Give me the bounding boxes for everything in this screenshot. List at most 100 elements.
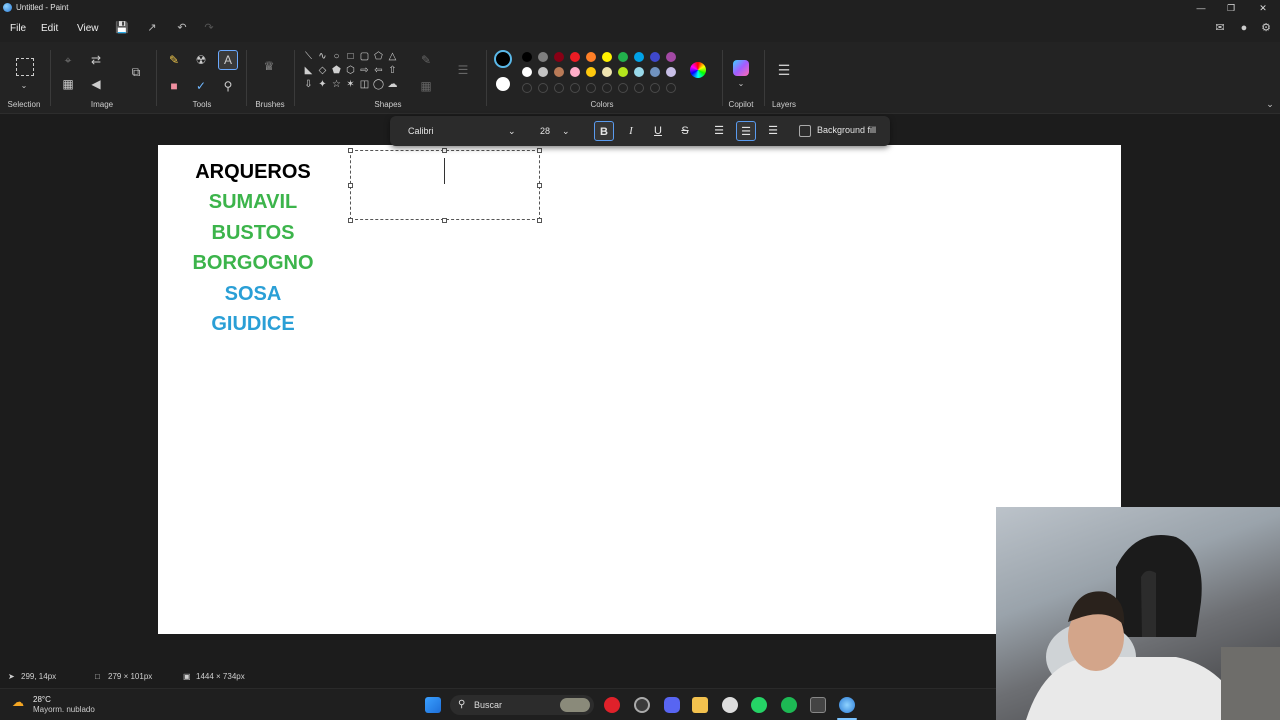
drawing-canvas[interactable] [158,145,1121,634]
rotate-icon[interactable]: ◀ [88,76,104,92]
settings-gear-icon[interactable]: ⚙ [1259,21,1273,35]
arrow-right-shape-icon[interactable]: ⇨ [358,64,371,77]
palette-color-swatch[interactable] [586,67,596,77]
text-box-selection[interactable] [350,150,540,220]
background-fill-checkbox[interactable] [799,125,811,137]
palette-color-swatch[interactable] [650,52,660,62]
palette-color-swatch[interactable] [618,67,628,77]
italic-button[interactable]: I [621,121,641,141]
palette-color-swatch[interactable] [586,52,596,62]
palette-color-swatch[interactable] [634,67,644,77]
fill-icon[interactable]: ▦ [418,78,434,94]
hexagon-shape-icon[interactable]: ⬡ [344,64,357,77]
menu-file[interactable]: File [10,23,26,34]
align-left-icon[interactable]: ☰ [709,121,729,141]
primary-color-swatch[interactable] [494,50,512,68]
palette-color-swatch[interactable] [618,52,628,62]
custom-color-slot[interactable] [666,83,676,93]
polygon-shape-icon[interactable]: ⬠ [372,50,385,63]
resize-handle[interactable] [442,148,447,153]
account-avatar-icon[interactable]: ● [1237,21,1251,35]
palette-color-swatch[interactable] [538,67,548,77]
custom-color-slot[interactable] [522,83,532,93]
eraser-icon[interactable]: ■ [166,78,182,94]
callout-cloud-shape-icon[interactable]: ☁ [386,78,399,91]
curve-shape-icon[interactable]: ∿ [316,50,329,63]
opera-icon[interactable] [604,697,620,713]
five-point-star-shape-icon[interactable]: ☆ [330,78,343,91]
callout-oval-shape-icon[interactable]: ◯ [372,78,385,91]
palette-color-swatch[interactable] [522,67,532,77]
resize-handle[interactable] [348,148,353,153]
shape-size-icon[interactable]: ☰ [455,62,471,78]
pencil-icon[interactable]: ✎ [166,52,182,68]
custom-color-slot[interactable] [554,83,564,93]
custom-color-slot[interactable] [650,83,660,93]
windows-start-icon[interactable] [425,697,441,713]
fill-bucket-icon[interactable]: ☢ [193,52,209,68]
ribbon-collapse-chevron-icon[interactable]: ⌄ [1262,96,1278,112]
palette-color-swatch[interactable] [666,52,676,62]
palette-color-swatch[interactable] [554,52,564,62]
menu-view[interactable]: View [77,23,99,34]
rounded-rectangle-shape-icon[interactable]: ▢ [358,50,371,63]
copilot-icon[interactable] [733,60,749,76]
resize-handle[interactable] [537,183,542,188]
custom-color-slot[interactable] [618,83,628,93]
oval-shape-icon[interactable]: ○ [330,50,343,63]
custom-color-slot[interactable] [634,83,644,93]
arrow-left-shape-icon[interactable]: ⇦ [372,64,385,77]
close-button[interactable]: ✕ [1248,0,1278,16]
brush-icon[interactable]: ♕ [261,58,277,74]
feedback-icon[interactable]: ✉ [1213,21,1227,35]
paint-taskbar-icon[interactable] [839,697,855,713]
palette-color-swatch[interactable] [634,52,644,62]
edit-colors-icon[interactable] [690,62,706,78]
weather-description[interactable]: Mayorm. nublado [33,705,95,714]
palette-color-swatch[interactable] [570,67,580,77]
line-shape-icon[interactable]: ⟍ [302,50,315,63]
chevron-down-icon[interactable]: ⌄ [16,78,32,94]
layers-icon[interactable]: ☰ [776,62,792,78]
callout-rect-shape-icon[interactable]: ◫ [358,78,371,91]
palette-color-swatch[interactable] [554,67,564,77]
minimize-button[interactable]: — [1186,0,1216,16]
text-tool-icon[interactable]: A [218,50,238,70]
custom-color-slot[interactable] [586,83,596,93]
bold-button[interactable]: B [594,121,614,141]
color-picker-icon[interactable]: ✓ [193,78,209,94]
custom-color-slot[interactable] [602,83,612,93]
resize-icon[interactable]: ⇄ [88,52,104,68]
font-size-dropdown[interactable]: 28 ⌄ [532,122,576,140]
selection-rectangle-icon[interactable] [16,58,34,76]
outline-icon[interactable]: ✎ [418,52,434,68]
resize-handle[interactable] [537,148,542,153]
resize-handle[interactable] [442,218,447,223]
restore-button[interactable]: ❐ [1216,0,1246,16]
clock-app-icon[interactable] [722,697,738,713]
triangle-shape-icon[interactable]: △ [386,50,399,63]
pentagon-shape-icon[interactable]: ⬟ [330,64,343,77]
arrow-down-shape-icon[interactable]: ⇩ [302,78,315,91]
redo-icon[interactable]: ↷ [202,21,216,35]
share-icon[interactable]: ↗ [145,21,159,35]
align-right-icon[interactable]: ☰ [763,121,783,141]
save-icon[interactable]: 💾 [115,21,129,35]
custom-color-slot[interactable] [538,83,548,93]
custom-color-slot[interactable] [570,83,580,93]
diamond-shape-icon[interactable]: ◇ [316,64,329,77]
whatsapp-icon[interactable] [751,697,767,713]
right-triangle-shape-icon[interactable]: ◣ [302,64,315,77]
magnifier-icon[interactable]: ⚲ [220,78,236,94]
palette-color-swatch[interactable] [666,67,676,77]
undo-icon[interactable]: ↶ [175,21,189,35]
spotify-icon[interactable] [781,697,797,713]
taskbar-search[interactable]: ⚲ Buscar [450,695,594,715]
secondary-color-swatch[interactable] [496,77,510,91]
align-center-icon[interactable]: ☰ [736,121,756,141]
discord-icon[interactable] [664,697,680,713]
arrow-up-shape-icon[interactable]: ⇧ [386,64,399,77]
six-point-star-shape-icon[interactable]: ✶ [344,78,357,91]
palette-color-swatch[interactable] [602,52,612,62]
snipping-tool-icon[interactable] [810,697,826,713]
